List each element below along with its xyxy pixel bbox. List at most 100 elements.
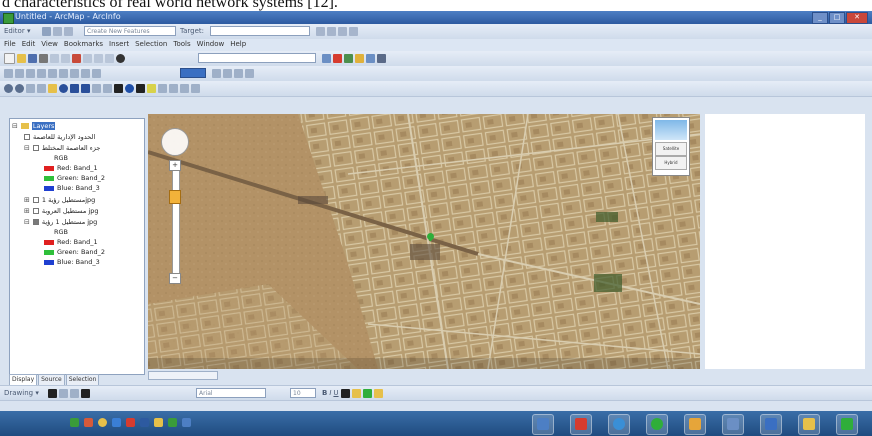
zoom-100-icon[interactable] xyxy=(48,68,57,78)
quicklaunch-icon[interactable] xyxy=(70,418,79,427)
task-dropdown[interactable]: Create New Features xyxy=(84,26,176,36)
fixed-zoom-out-icon[interactable] xyxy=(70,68,79,78)
line-color-icon[interactable] xyxy=(362,388,372,398)
dropdown-icon[interactable] xyxy=(64,26,73,36)
toc-layer[interactable]: الحدود الإدارية للعاصمة xyxy=(24,133,95,141)
back-icon[interactable] xyxy=(70,83,79,93)
open-icon[interactable] xyxy=(17,53,26,63)
taskbar-app-button[interactable] xyxy=(760,414,782,435)
attributes-icon[interactable] xyxy=(338,26,347,36)
quicklaunch-icon[interactable] xyxy=(182,418,191,427)
toc-layer[interactable]: ⊞ مستطيل رؤية 1jpg xyxy=(24,196,95,204)
layer-checkbox[interactable] xyxy=(32,208,39,214)
full-extent-icon[interactable] xyxy=(59,83,68,93)
redo-icon[interactable] xyxy=(105,53,114,63)
go-back-extent-icon[interactable] xyxy=(81,68,90,78)
taskbar-pdf-button[interactable] xyxy=(570,414,592,435)
map-view-toggle[interactable] xyxy=(148,371,218,380)
sketch-properties-icon[interactable] xyxy=(349,26,358,36)
menu-insert[interactable]: Insert xyxy=(109,40,129,48)
close-button[interactable]: ✕ xyxy=(846,12,868,24)
hyperlink-icon[interactable] xyxy=(158,83,167,93)
bold-icon[interactable]: B xyxy=(322,389,327,397)
quicklaunch-icon[interactable] xyxy=(112,418,121,427)
focus-data-frame-icon[interactable] xyxy=(223,68,232,78)
measure-icon[interactable] xyxy=(147,83,156,93)
quicklaunch-icon[interactable] xyxy=(168,418,177,427)
toc-root[interactable]: ⊟ Layers xyxy=(12,122,56,130)
underline-icon[interactable]: U xyxy=(333,389,338,397)
map-type-option[interactable]: Hybrid xyxy=(655,156,687,170)
print-icon[interactable] xyxy=(39,53,48,63)
change-layout-icon[interactable] xyxy=(234,68,243,78)
menu-bookmarks[interactable]: Bookmarks xyxy=(64,40,103,48)
map-view[interactable]: + − Satellite Hybrid xyxy=(148,114,700,369)
map-scale-field[interactable] xyxy=(198,53,316,63)
font-color-icon[interactable] xyxy=(340,388,350,398)
italic-icon[interactable]: I xyxy=(329,389,331,397)
find-icon[interactable] xyxy=(136,83,145,93)
select-elements-icon[interactable] xyxy=(114,83,123,93)
menu-view[interactable]: View xyxy=(41,40,58,48)
quicklaunch-icon[interactable] xyxy=(98,418,107,427)
python-icon[interactable] xyxy=(355,53,364,63)
html-popup-icon[interactable] xyxy=(169,83,178,93)
menu-help[interactable]: Help xyxy=(230,40,246,48)
toc-layer[interactable]: ⊟ جزء العاصمة المختلط xyxy=(24,144,100,152)
pan-control[interactable] xyxy=(161,128,189,156)
rotate-element-icon[interactable] xyxy=(59,388,68,398)
editor-toolbar-icon[interactable] xyxy=(322,53,331,63)
editor-menu[interactable]: Editor ▾ xyxy=(4,27,30,35)
new-icon[interactable] xyxy=(4,52,15,64)
help-icon[interactable] xyxy=(377,53,386,63)
layer-checkbox[interactable] xyxy=(24,134,30,140)
select-features-icon[interactable] xyxy=(92,83,101,93)
zoom-percent-field[interactable] xyxy=(180,68,206,78)
quicklaunch-icon[interactable] xyxy=(140,418,149,427)
layer-checkbox[interactable] xyxy=(32,197,39,203)
taskbar-app-button[interactable] xyxy=(798,414,820,435)
fill-color-icon[interactable] xyxy=(351,388,361,398)
taskbar-app-button[interactable] xyxy=(836,414,858,435)
maximize-button[interactable]: □ xyxy=(829,12,845,24)
add-data-icon[interactable] xyxy=(116,53,125,63)
pan-layout-icon[interactable] xyxy=(26,68,35,78)
cut-icon[interactable] xyxy=(50,53,59,63)
undo-icon[interactable] xyxy=(94,53,103,63)
menu-window[interactable]: Window xyxy=(197,40,225,48)
zoom-in-layout-icon[interactable] xyxy=(4,68,13,78)
map-type-option[interactable]: Satellite xyxy=(655,142,687,156)
menu-selection[interactable]: Selection xyxy=(135,40,167,48)
taskbar-folder-button[interactable] xyxy=(684,414,706,435)
map-type-thumbnail[interactable] xyxy=(655,120,687,140)
collapse-icon[interactable]: ⊟ xyxy=(24,218,30,226)
quicklaunch-icon[interactable] xyxy=(154,418,163,427)
zoom-extent-icon[interactable] xyxy=(37,83,46,93)
text-icon[interactable] xyxy=(81,388,90,398)
toc-layer[interactable]: ⊟ مستطيل 1 رؤية jpg xyxy=(24,218,97,226)
menu-edit[interactable]: Edit xyxy=(22,40,36,48)
font-name-field[interactable]: Arial xyxy=(196,388,266,398)
taskbar-app-button[interactable] xyxy=(722,414,744,435)
rotate-icon[interactable] xyxy=(327,26,336,36)
zoom-in-icon[interactable] xyxy=(4,83,13,93)
delete-icon[interactable] xyxy=(83,53,92,63)
pencil-icon[interactable] xyxy=(53,26,62,36)
zoom-slider[interactable] xyxy=(172,160,180,282)
zoom-out-icon[interactable] xyxy=(15,83,24,93)
font-size-field[interactable]: 10 xyxy=(290,388,316,398)
layer-checkbox[interactable] xyxy=(32,145,39,151)
fixed-zoom-in-icon[interactable] xyxy=(59,68,68,78)
expand-icon[interactable]: ⊞ xyxy=(24,196,30,204)
save-icon[interactable] xyxy=(28,53,37,63)
zoom-slider-knob[interactable] xyxy=(169,190,181,204)
menu-file[interactable]: File xyxy=(4,40,16,48)
menu-tools[interactable]: Tools xyxy=(173,40,190,48)
create-viewer-icon[interactable] xyxy=(191,83,200,93)
data-driven-pages-icon[interactable] xyxy=(245,68,254,78)
rectangle-icon[interactable] xyxy=(70,388,79,398)
fixed-zoom-icon[interactable] xyxy=(26,83,35,93)
forward-icon[interactable] xyxy=(81,83,90,93)
clear-selection-icon[interactable] xyxy=(103,83,112,93)
quicklaunch-icon[interactable] xyxy=(126,418,135,427)
